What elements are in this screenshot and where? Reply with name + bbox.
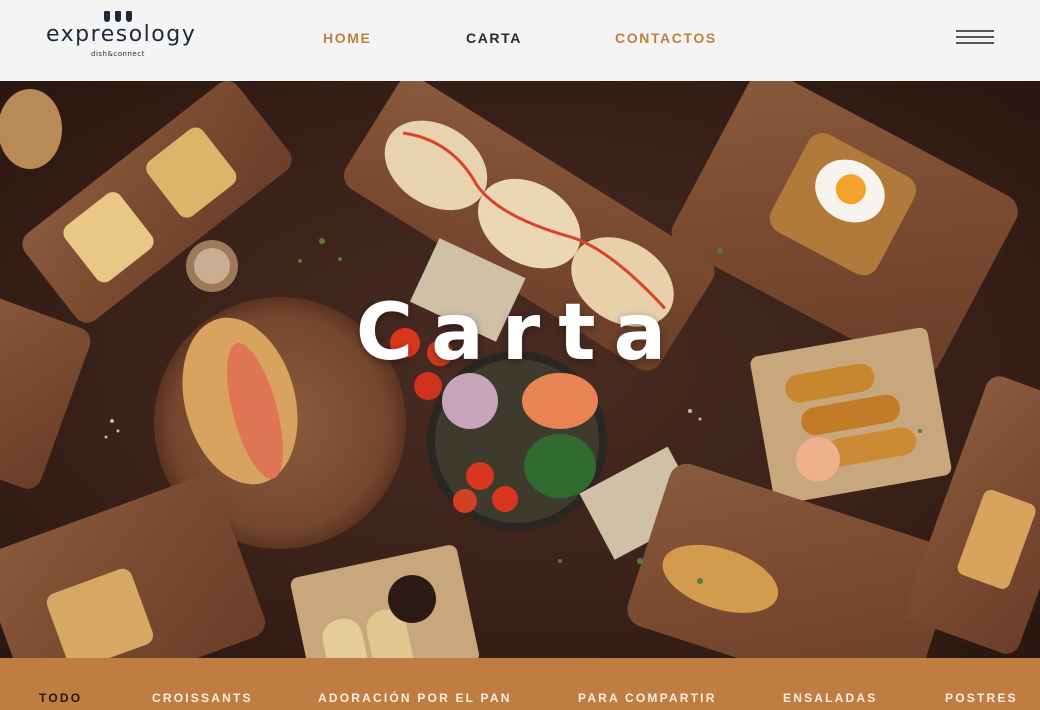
category-postres[interactable]: POSTRES: [945, 691, 1018, 705]
category-todo[interactable]: TODO: [39, 691, 82, 705]
category-filter-bar: TODO CROISSANTS ADORACIÓN POR EL PAN PAR…: [0, 658, 1040, 710]
nav-home-link[interactable]: HOME: [323, 30, 371, 46]
brand-name: expresology: [46, 22, 197, 47]
hero-banner: Carta: [0, 81, 1040, 658]
site-header: expresology dish&connect HOME CARTA CONT…: [0, 0, 1040, 81]
category-croissants[interactable]: CROISSANTS: [152, 691, 253, 705]
nav-contactos-link[interactable]: CONTACTOS: [615, 30, 717, 46]
category-para-compartir[interactable]: PARA COMPARTIR: [578, 691, 717, 705]
brand-logo[interactable]: expresology dish&connect: [46, 10, 206, 62]
category-adoracion-por-el-pan[interactable]: ADORACIÓN POR EL PAN: [318, 691, 512, 705]
brand-tagline: dish&connect: [91, 50, 145, 58]
logo-mark-icon: [104, 11, 132, 22]
nav-carta-link[interactable]: CARTA: [466, 30, 522, 46]
category-ensaladas[interactable]: ENSALADAS: [783, 691, 877, 705]
menu-icon[interactable]: [956, 30, 994, 46]
page-title: Carta: [355, 288, 685, 378]
